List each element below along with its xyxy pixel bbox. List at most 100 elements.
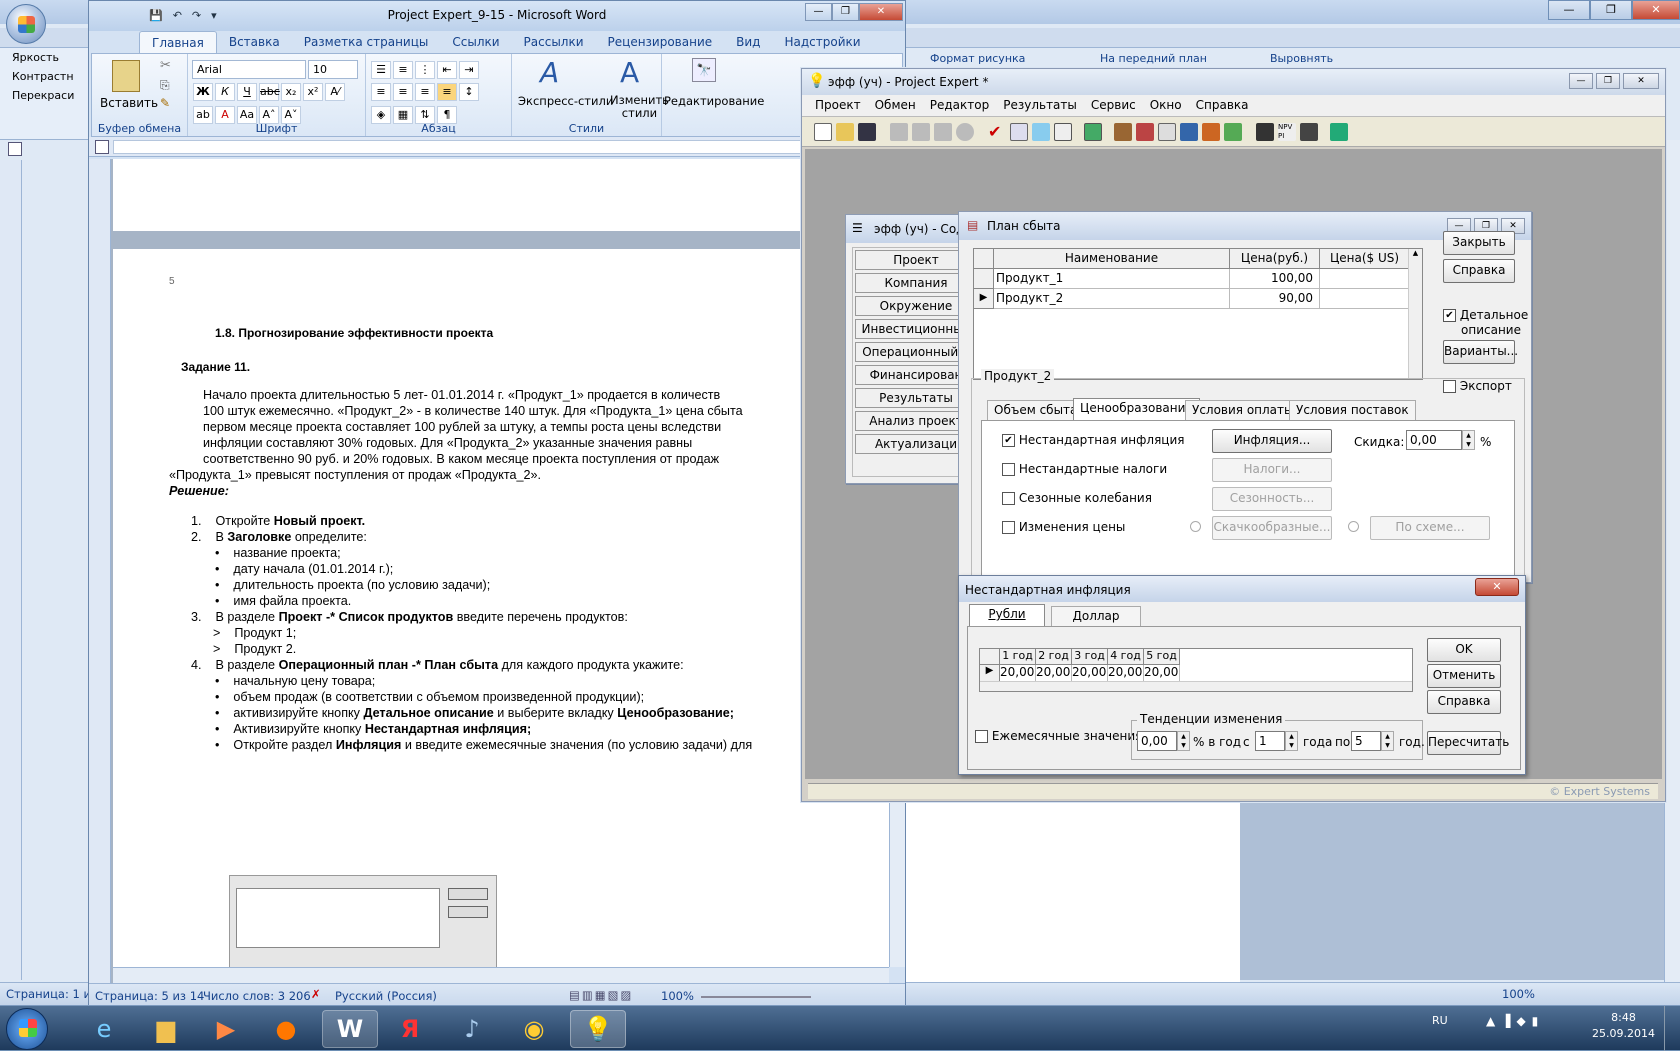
trend-input[interactable]: 0,00 — [1137, 731, 1177, 751]
table-cell[interactable]: Продукт_2 — [994, 289, 1230, 309]
globe-icon[interactable] — [956, 123, 974, 141]
radio-scheme[interactable] — [1348, 521, 1359, 532]
grid-scrollbar[interactable]: ▲ — [1408, 249, 1422, 379]
nonstd-tax-checkbox[interactable]: Нестандартные налоги — [1002, 462, 1167, 476]
align-center-icon[interactable]: ≡ — [393, 83, 413, 101]
export-icon[interactable] — [1330, 123, 1348, 141]
inflation-button[interactable]: Инфляция... — [1212, 429, 1332, 453]
book-icon[interactable] — [1114, 123, 1132, 141]
status-language[interactable]: Русский (Россия) — [335, 989, 437, 1003]
paste-button[interactable]: Вставить — [100, 96, 158, 110]
tab-home[interactable]: Главная — [139, 31, 217, 53]
tab-addins[interactable]: Надстройки — [772, 31, 872, 53]
contrast-button[interactable]: Контрастн — [0, 67, 92, 86]
table-cell[interactable]: Продукт_1 — [994, 269, 1230, 289]
sound-app-icon[interactable]: ♪ — [444, 1010, 500, 1048]
scheme-button[interactable]: По схеме... — [1370, 516, 1490, 540]
products-grid[interactable]: Наименование Цена(руб.) Цена($ US) Проду… — [973, 248, 1423, 380]
line-chart-icon[interactable] — [1224, 123, 1242, 141]
status-page[interactable]: Страница: 5 из 14 — [95, 989, 204, 1003]
change-styles-icon[interactable]: A — [620, 56, 639, 89]
maximize-icon[interactable]: ❐ — [832, 3, 859, 21]
discount-spinner-icon[interactable]: ▲ ▼ — [1462, 430, 1475, 450]
minimize-icon[interactable]: — — [1569, 73, 1593, 89]
price-change-checkbox[interactable]: Изменения цены — [1002, 520, 1125, 534]
start-button[interactable] — [6, 1008, 48, 1050]
cancel-button[interactable]: Отменить — [1427, 664, 1501, 688]
close-icon[interactable]: ✕ — [859, 3, 903, 21]
menu-results[interactable]: Результаты — [996, 95, 1084, 116]
page-current[interactable]: 5 1.8. Прогнозирование эффективности про… — [113, 249, 889, 984]
list-icon[interactable] — [1054, 123, 1072, 141]
menu-editor[interactable]: Редактор — [923, 95, 996, 116]
checkbox-checked-icon[interactable]: ✔ — [1002, 434, 1015, 447]
calendar-icon[interactable] — [1032, 123, 1050, 141]
checkbox-checked-icon[interactable]: ✔ — [1443, 309, 1456, 322]
seasonal-checkbox[interactable]: Сезонные колебания — [1002, 491, 1152, 505]
decrease-indent-icon[interactable]: ⇤ — [437, 61, 457, 79]
taxes-button[interactable]: Налоги... — [1212, 458, 1332, 482]
editing-button[interactable]: Редактирование — [664, 94, 764, 108]
binoculars-icon[interactable]: 🔭 — [692, 58, 716, 82]
tab-rubles[interactable]: Рубли — [969, 604, 1045, 626]
horizontal-ruler[interactable] — [89, 137, 905, 157]
checkbox-icon[interactable] — [1443, 380, 1456, 393]
jump-button[interactable]: Скачкообразные... — [1212, 516, 1332, 540]
close-button[interactable]: Закрыть — [1443, 231, 1515, 255]
yandex-icon[interactable]: Я — [382, 1010, 438, 1048]
nonstd-inflation-checkbox[interactable]: ✔ Нестандартная инфляция — [1002, 433, 1185, 447]
tab-mailings[interactable]: Рассылки — [512, 31, 596, 53]
font-name-box[interactable]: Arial — [192, 60, 306, 79]
explorer-icon[interactable]: ▆ — [138, 1010, 194, 1048]
recolor-button[interactable]: Перекраси — [0, 86, 92, 105]
ie-icon[interactable]: e — [76, 1010, 132, 1048]
horizontal-scrollbar[interactable] — [113, 967, 889, 983]
help-button[interactable]: Справка — [1443, 259, 1515, 283]
subscript-icon[interactable]: x₂ — [281, 83, 301, 101]
close-icon[interactable]: ✕ — [1623, 73, 1659, 89]
tab-review[interactable]: Рецензирование — [596, 31, 725, 53]
analysis-icon[interactable] — [1180, 123, 1198, 141]
align-label[interactable]: Выровнять — [1270, 52, 1333, 65]
media-player-icon[interactable]: ▶ — [198, 1010, 254, 1048]
chart-icon[interactable] — [1136, 123, 1154, 141]
align-right-icon[interactable]: ≡ — [415, 83, 435, 101]
from-spinner-icon[interactable]: ▲ ▼ — [1285, 731, 1298, 751]
word-export-icon[interactable] — [934, 123, 952, 141]
preview-icon[interactable] — [890, 123, 908, 141]
increase-indent-icon[interactable]: ⇥ — [459, 61, 479, 79]
bg-status-zoom[interactable]: 100% — [1502, 987, 1535, 1001]
tab-page-layout[interactable]: Разметка страницы — [292, 31, 441, 53]
tab-selector-icon[interactable] — [95, 140, 109, 154]
font-size-box[interactable]: 10 — [308, 60, 358, 79]
table-cell[interactable] — [1320, 289, 1410, 309]
to-input[interactable]: 5 — [1351, 731, 1381, 751]
tab-pricing[interactable]: Ценообразование — [1073, 398, 1200, 420]
graph-icon[interactable] — [1202, 123, 1220, 141]
menu-service[interactable]: Сервис — [1084, 95, 1143, 116]
col-price-usd[interactable]: Цена($ US) — [1320, 249, 1410, 269]
save-disk-icon[interactable] — [858, 123, 876, 141]
open-folder-icon[interactable] — [836, 123, 854, 141]
word-taskbar-icon[interactable]: W — [322, 1010, 378, 1048]
tab-selector-icon[interactable] — [8, 142, 22, 156]
align-left-icon[interactable]: ≡ — [371, 83, 391, 101]
paste-icon[interactable] — [112, 60, 140, 92]
bring-front-label[interactable]: На передний план — [1100, 52, 1207, 65]
language-indicator[interactable]: RU — [1432, 1014, 1448, 1027]
express-styles-button[interactable]: Экспресс-стили — [518, 94, 613, 108]
checkbox-icon[interactable] — [975, 730, 988, 743]
close-icon[interactable]: ✕ — [1475, 578, 1519, 596]
tab-volume[interactable]: Объем сбыта — [987, 400, 1085, 420]
export-checkbox[interactable]: Экспорт — [1443, 379, 1512, 393]
minimize-icon[interactable]: — — [805, 3, 832, 21]
menu-window[interactable]: Окно — [1143, 95, 1189, 116]
col-price-rub[interactable]: Цена(руб.) — [1230, 249, 1320, 269]
chrome-icon[interactable]: ◉ — [506, 1010, 562, 1048]
npv-icon[interactable]: NPV PI — [1278, 123, 1296, 141]
calc-icon[interactable] — [1084, 123, 1102, 141]
minimize-icon[interactable]: — — [1548, 0, 1590, 20]
menu-exchange[interactable]: Обмен — [868, 95, 923, 116]
checkbox-icon[interactable] — [1002, 492, 1015, 505]
firefox-icon[interactable]: ● — [258, 1010, 314, 1048]
